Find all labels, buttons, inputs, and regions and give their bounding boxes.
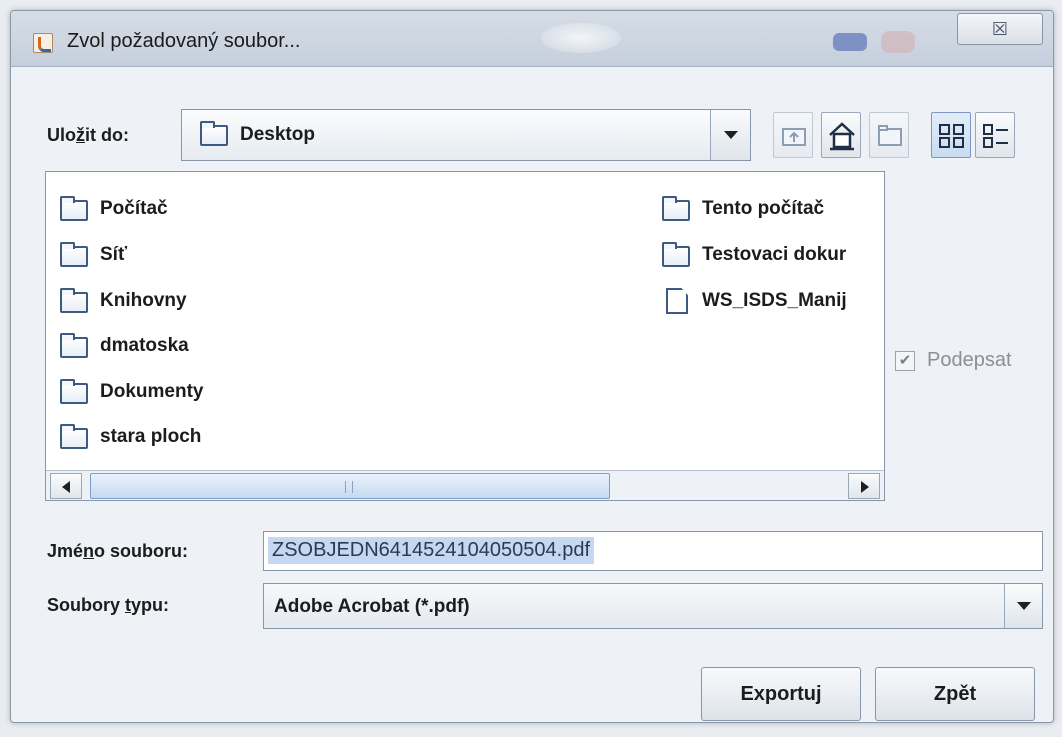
- save-in-combobox[interactable]: Desktop: [181, 109, 751, 161]
- list-view-icon: [939, 124, 964, 148]
- file-type-combobox[interactable]: Adobe Acrobat (*.pdf): [263, 583, 1043, 629]
- title-bar[interactable]: Zvol požadovaný soubor... ☒: [11, 11, 1053, 67]
- title-bar-decoration: [833, 33, 867, 51]
- save-in-selected-folder: Desktop: [240, 124, 315, 145]
- list-item[interactable]: dmatoska: [60, 331, 620, 361]
- list-view-button[interactable]: [931, 112, 971, 158]
- chevron-down-icon[interactable]: [1004, 584, 1042, 628]
- list-item[interactable]: Knihovny: [60, 286, 620, 316]
- sign-checkbox-label: Podepsat: [927, 349, 1012, 371]
- details-view-icon: [983, 124, 1008, 148]
- list-item[interactable]: stara ploch: [60, 422, 620, 452]
- folder-icon: [60, 333, 88, 358]
- title-bar-decoration: [881, 31, 915, 53]
- home-icon: [829, 122, 855, 151]
- window-title: Zvol požadovaný soubor...: [67, 30, 301, 52]
- back-button[interactable]: Zpět: [875, 667, 1035, 721]
- folder-icon: [60, 424, 88, 449]
- file-name-label: Jméno souboru:: [47, 541, 189, 561]
- scrollbar-thumb[interactable]: [90, 473, 610, 499]
- checkbox-check-icon: ✔: [895, 351, 915, 371]
- list-item[interactable]: Testovaci dokur: [662, 240, 884, 270]
- new-folder-button[interactable]: [869, 112, 909, 158]
- folder-icon: [60, 242, 88, 267]
- list-item[interactable]: Dokumenty: [60, 377, 620, 407]
- close-button[interactable]: ☒: [957, 13, 1043, 45]
- folder-icon: [662, 196, 690, 221]
- file-type-selected: Adobe Acrobat (*.pdf): [274, 596, 470, 617]
- folder-icon: [60, 379, 88, 404]
- export-button[interactable]: Exportuj: [701, 667, 861, 721]
- list-item[interactable]: WS_ISDS_Manij: [662, 286, 884, 316]
- folder-icon: [662, 242, 690, 267]
- folder-up-icon: [782, 128, 806, 146]
- file-name-input[interactable]: ZSOBJEDN6414524104050504.pdf: [263, 531, 1043, 571]
- file-list[interactable]: Počítač Síť Knihovny dmatoska Dokumenty …: [45, 171, 885, 501]
- file-name-selected-text: ZSOBJEDN6414524104050504.pdf: [268, 537, 595, 564]
- home-button[interactable]: [821, 112, 861, 158]
- scroll-left-button[interactable]: [50, 473, 82, 499]
- title-bar-glow: [541, 23, 621, 53]
- file-icon: [666, 288, 688, 314]
- folder-icon: [60, 196, 88, 221]
- list-item[interactable]: Síť: [60, 240, 620, 270]
- new-folder-icon: [878, 125, 902, 146]
- scroll-right-button[interactable]: [848, 473, 880, 499]
- file-type-label: Soubory typu:: [47, 595, 170, 615]
- list-item[interactable]: Počítač: [60, 194, 620, 224]
- chevron-down-icon[interactable]: [710, 110, 750, 160]
- folder-icon: [60, 288, 88, 313]
- list-item[interactable]: Tento počítač: [662, 194, 884, 224]
- horizontal-scrollbar[interactable]: [46, 470, 884, 500]
- folder-icon: [200, 121, 228, 146]
- java-app-icon: [33, 33, 53, 53]
- up-one-level-button[interactable]: [773, 112, 813, 158]
- details-view-button[interactable]: [975, 112, 1015, 158]
- file-chooser-dialog: Zvol požadovaný soubor... ☒ Uložit do: D…: [10, 10, 1054, 723]
- close-icon: ☒: [991, 19, 1009, 39]
- save-in-label: Uložit do:: [47, 125, 129, 145]
